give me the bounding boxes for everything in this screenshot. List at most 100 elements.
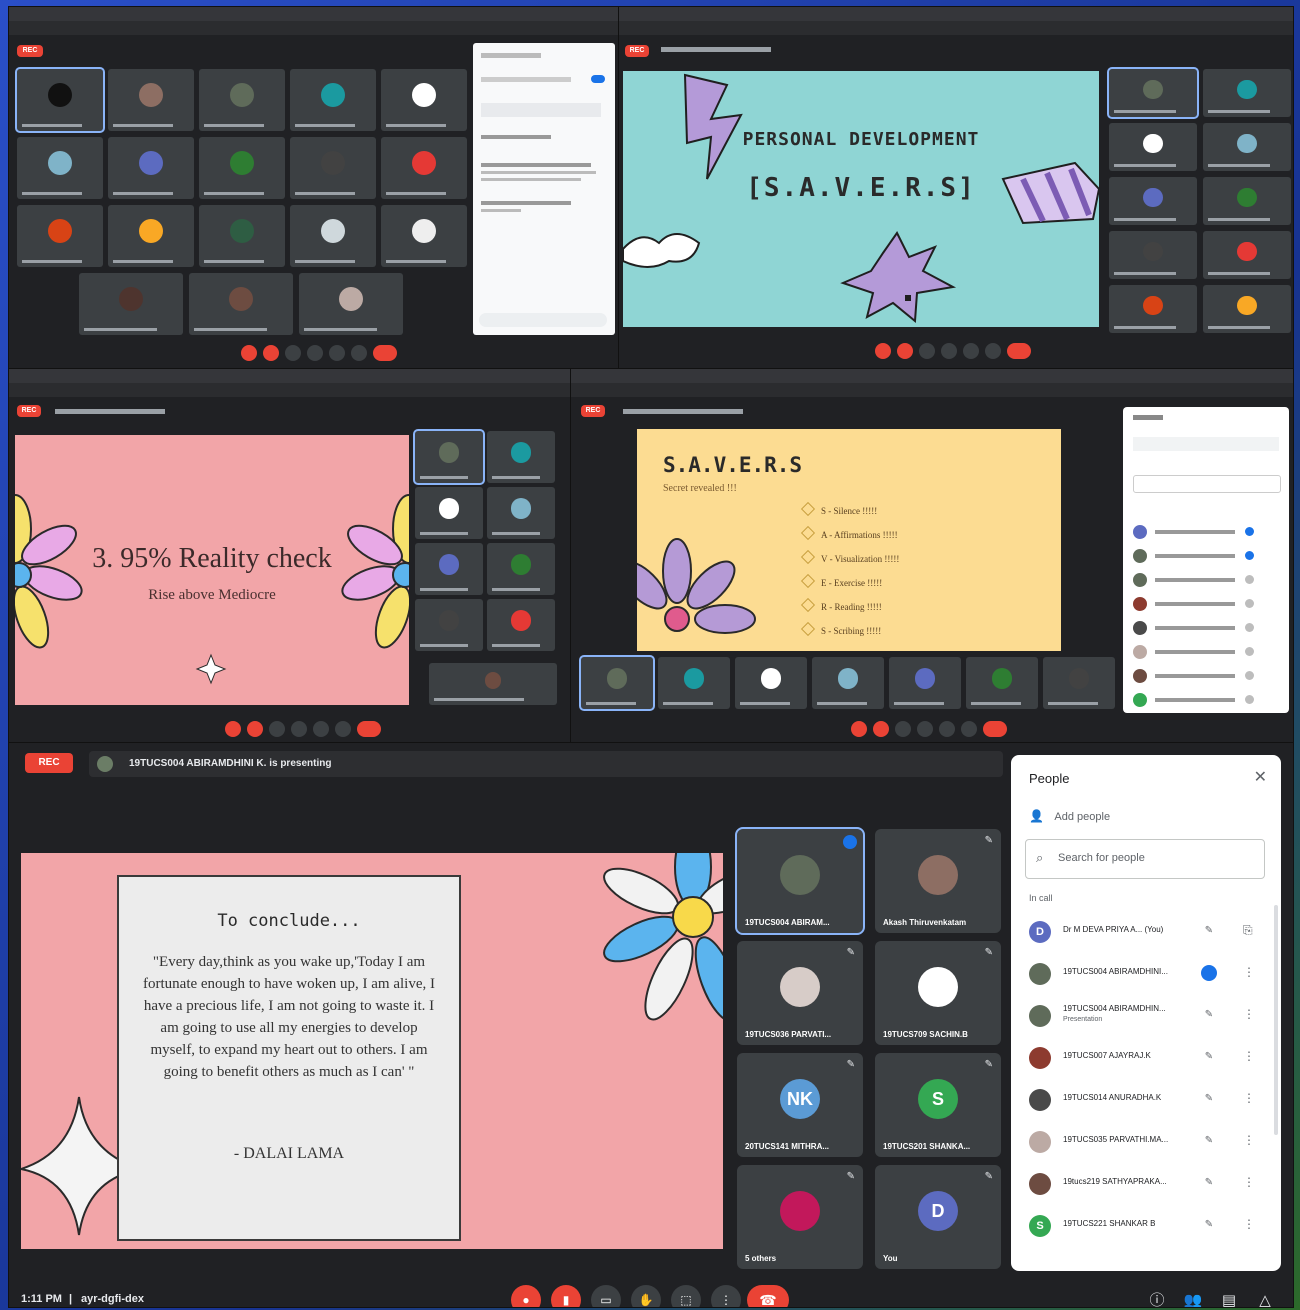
participant-tile[interactable] (889, 657, 961, 709)
present-icon[interactable]: ⬚ (671, 1285, 701, 1307)
chat-icon[interactable]: ▤ (1217, 1289, 1241, 1307)
people-row[interactable]: 19TUCS014 ANURADHA.K ✎ ⋮ (1011, 1079, 1281, 1119)
raise-hand-icon[interactable] (917, 721, 933, 737)
mic-off-icon[interactable]: ● (511, 1285, 541, 1307)
participant-tile[interactable] (1203, 231, 1291, 279)
mic-off-icon[interactable]: ✎ (1201, 1091, 1217, 1107)
end-call-icon[interactable] (983, 721, 1007, 737)
participant-tile[interactable] (487, 543, 555, 595)
mic-off-icon[interactable]: ✎ (1201, 1175, 1217, 1191)
participant-tile[interactable] (735, 657, 807, 709)
participant-tile[interactable] (108, 137, 194, 199)
participant-tile[interactable] (199, 69, 285, 131)
camera-off-icon[interactable] (897, 343, 913, 359)
participant-tile[interactable] (79, 273, 183, 335)
participant-tile[interactable]: NK 20TUCS141 MITHRA... ✎ (737, 1053, 863, 1157)
raise-hand-icon[interactable]: ✋ (631, 1285, 661, 1307)
more-icon[interactable]: ⋮ (1243, 1049, 1255, 1063)
more-icon[interactable]: ⋮ (711, 1285, 741, 1307)
end-call-icon[interactable]: ☎ (747, 1285, 789, 1307)
participant-tile[interactable] (658, 657, 730, 709)
participant-tile[interactable]: Akash Thiruvenkatam ✎ (875, 829, 1001, 933)
raise-hand-icon[interactable] (307, 345, 323, 361)
participant-tile[interactable] (290, 205, 376, 267)
participant-tile[interactable] (108, 205, 194, 267)
mic-off-icon[interactable] (225, 721, 241, 737)
people-row[interactable]: 19tucs219 SATHYAPRAKA... ✎ ⋮ (1011, 1163, 1281, 1203)
present-icon[interactable] (939, 721, 955, 737)
more-icon[interactable]: ⋮ (1243, 1091, 1255, 1105)
captions-icon[interactable]: ▭ (591, 1285, 621, 1307)
mic-off-icon[interactable] (241, 345, 257, 361)
participant-tile[interactable] (381, 69, 467, 131)
participant-tile[interactable] (1203, 69, 1291, 117)
speaking-indicator-icon[interactable] (1201, 965, 1217, 981)
participant-tile[interactable] (381, 205, 467, 267)
end-call-icon[interactable] (357, 721, 381, 737)
participant-tile[interactable]: 5 others ✎ (737, 1165, 863, 1269)
participant-tile[interactable] (966, 657, 1038, 709)
close-icon[interactable]: ✕ (1254, 767, 1267, 787)
participant-tile[interactable] (1109, 177, 1197, 225)
present-icon[interactable] (329, 345, 345, 361)
participant-tile[interactable] (199, 205, 285, 267)
participant-tile[interactable] (1109, 285, 1197, 333)
present-icon[interactable] (963, 343, 979, 359)
participant-tile[interactable] (1203, 177, 1291, 225)
browser-address-bar[interactable] (9, 383, 571, 397)
participant-tile[interactable] (299, 273, 403, 335)
participant-tile[interactable] (413, 429, 485, 485)
raise-hand-icon[interactable] (291, 721, 307, 737)
participant-tile[interactable]: D You ✎ (875, 1165, 1001, 1269)
toggle-switch[interactable] (591, 75, 605, 83)
participant-tile[interactable] (1203, 123, 1291, 171)
camera-off-icon[interactable] (873, 721, 889, 737)
mic-off-icon[interactable]: ✎ (1201, 923, 1217, 939)
participant-tile[interactable] (812, 657, 884, 709)
browser-address-bar[interactable] (619, 21, 1293, 35)
people-row[interactable]: 19TUCS035 PARVATHI.MA... ✎ ⋮ (1011, 1121, 1281, 1161)
people-row[interactable]: 19TUCS007 AJAYRAJ.K ✎ ⋮ (1011, 1037, 1281, 1077)
people-row[interactable]: 19TUCS004 ABIRAMDHINI... ⋮ (1011, 953, 1281, 993)
people-row[interactable]: S 19TUCS221 SHANKAR B ✎ ⋮ (1011, 1205, 1281, 1245)
more-icon[interactable]: ⋮ (1243, 1007, 1255, 1021)
participant-tile[interactable] (381, 137, 467, 199)
participant-tile[interactable] (189, 273, 293, 335)
more-icon[interactable]: ⋮ (1243, 1217, 1255, 1231)
more-icon[interactable]: ⋮ (1243, 965, 1255, 979)
participant-tile[interactable]: 19TUCS036 PARVATI... ✎ (737, 941, 863, 1045)
participant-tile[interactable] (108, 69, 194, 131)
info-icon[interactable]: ⓘ (1145, 1289, 1169, 1307)
mic-off-icon[interactable]: ✎ (1201, 1049, 1217, 1065)
more-icon[interactable] (335, 721, 351, 737)
more-icon[interactable]: ⋮ (1243, 1175, 1255, 1189)
participant-tile[interactable]: 19TUCS709 SACHIN.B ✎ (875, 941, 1001, 1045)
participant-tile[interactable] (1109, 123, 1197, 171)
scrollbar[interactable] (1274, 905, 1278, 1135)
participant-tile[interactable] (1043, 657, 1115, 709)
rec-button[interactable]: REC (25, 753, 73, 773)
participant-tile[interactable] (199, 137, 285, 199)
camera-off-icon[interactable] (263, 345, 279, 361)
browser-address-bar[interactable] (9, 21, 619, 35)
participant-tile[interactable] (429, 663, 557, 705)
browser-address-bar[interactable] (571, 383, 1293, 397)
participant-tile[interactable] (415, 487, 483, 539)
captions-icon[interactable] (895, 721, 911, 737)
captions-icon[interactable] (919, 343, 935, 359)
participant-tile[interactable] (290, 137, 376, 199)
camera-off-icon[interactable]: ▮ (551, 1285, 581, 1307)
more-icon[interactable] (961, 721, 977, 737)
end-call-icon[interactable] (1007, 343, 1031, 359)
participant-tile[interactable] (487, 487, 555, 539)
end-call-icon[interactable] (373, 345, 397, 361)
participant-tile[interactable]: 19TUCS004 ABIRAM... (735, 827, 865, 935)
people-row[interactable]: 19TUCS004 ABIRAMDHIN... Presentation ✎ ⋮ (1011, 995, 1281, 1035)
participant-tile[interactable] (579, 655, 655, 711)
people-icon[interactable]: 👥 (1181, 1289, 1205, 1307)
activities-icon[interactable]: △ (1253, 1289, 1277, 1307)
participant-tile[interactable] (415, 543, 483, 595)
captions-icon[interactable] (269, 721, 285, 737)
mic-off-icon[interactable]: ✎ (1201, 1217, 1217, 1233)
raise-hand-icon[interactable] (941, 343, 957, 359)
